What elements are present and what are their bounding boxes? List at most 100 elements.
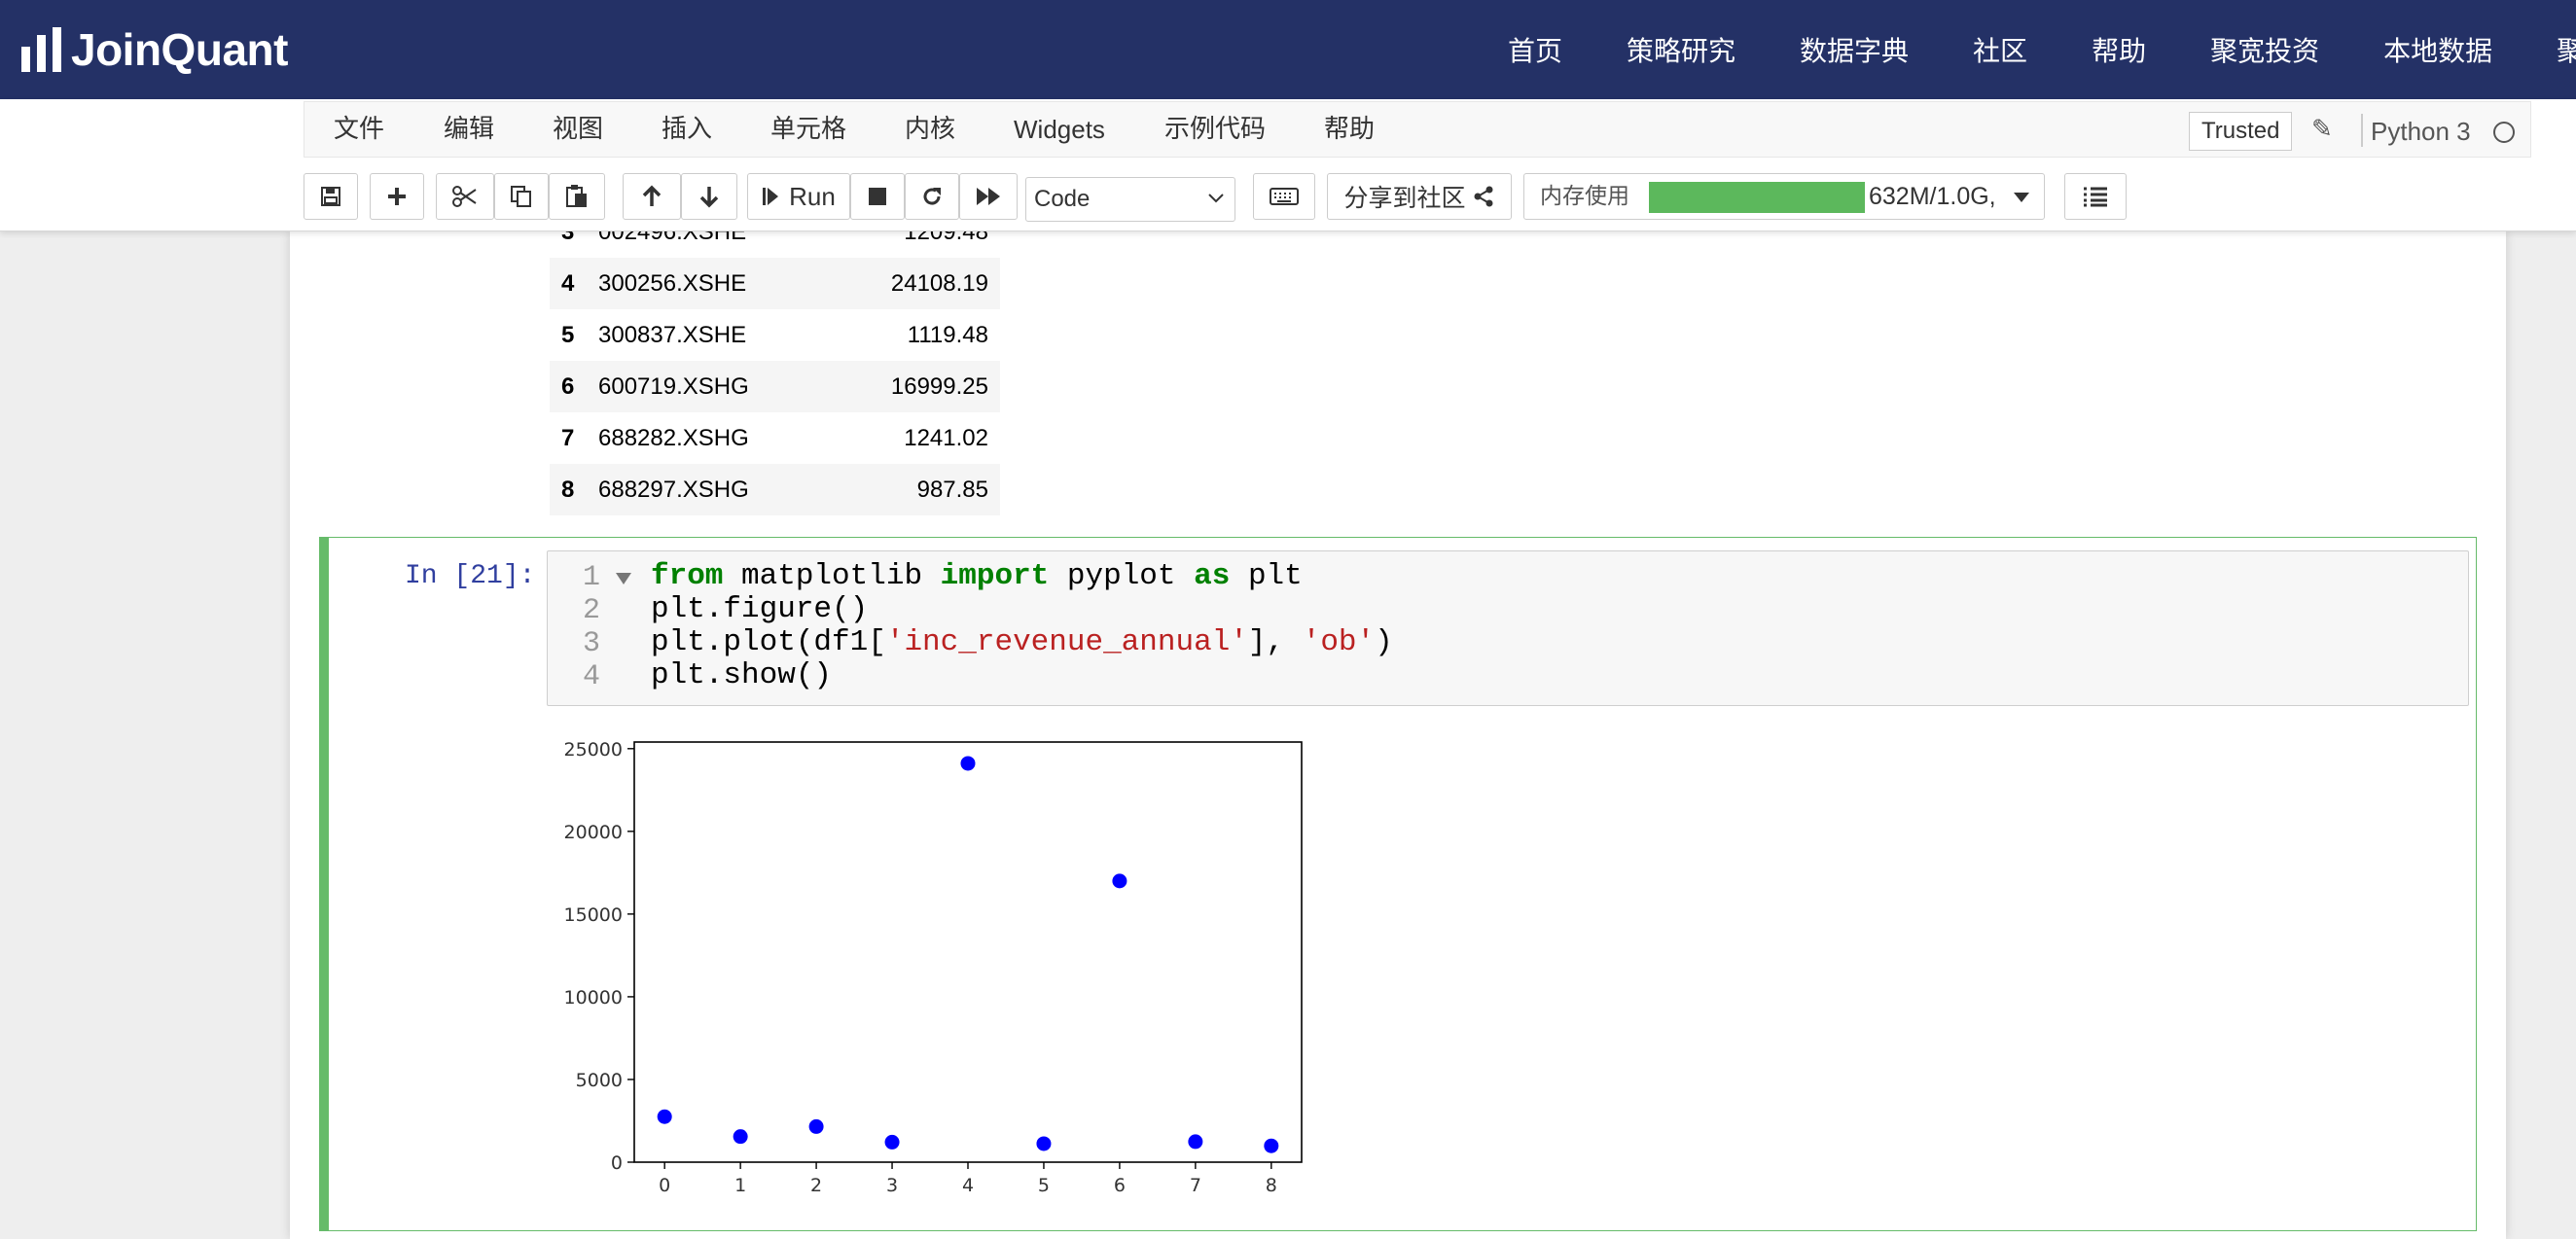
restart-run-all-button[interactable] xyxy=(959,173,1018,220)
paste-cell-button[interactable] xyxy=(549,173,605,220)
nav-link-local-data[interactable]: 本地数据 xyxy=(2383,30,2492,69)
dataframe-row: 4 300256.XSHE 24108.19 xyxy=(550,258,1000,309)
menu-insert[interactable]: 插入 xyxy=(662,102,712,157)
x-tick-label: 4 xyxy=(962,1175,974,1196)
x-tick-label: 0 xyxy=(659,1175,670,1196)
kernel-separator xyxy=(2361,114,2363,147)
menu-help[interactable]: 帮助 xyxy=(1324,102,1375,157)
memory-usage-bar xyxy=(1649,182,1865,213)
keyboard-icon xyxy=(1270,188,1299,205)
dataframe-stock-code: 300256.XSHE xyxy=(598,270,747,297)
save-button[interactable] xyxy=(304,173,358,220)
x-tick-label: 2 xyxy=(810,1175,822,1196)
y-tick-label: 0 xyxy=(611,1152,623,1174)
save-icon xyxy=(321,187,340,206)
dataframe-stock-code: 688297.XSHG xyxy=(598,477,749,503)
x-tick-label: 7 xyxy=(1190,1175,1201,1196)
menu-view[interactable]: 视图 xyxy=(553,102,603,157)
input-prompt: In [21]: xyxy=(405,561,536,591)
dataframe-row: 6 600719.XSHG 16999.25 xyxy=(550,361,1000,412)
x-tick-label: 1 xyxy=(734,1175,746,1196)
step-forward-icon xyxy=(763,188,779,205)
y-tick-label: 5000 xyxy=(576,1070,623,1091)
scatter-plot-output: 0 1 2 3 4 5 6 7 8 0 5000 10000 15000 20000 25000 xyxy=(564,739,1303,1196)
plus-icon xyxy=(388,188,406,205)
restart-kernel-button[interactable] xyxy=(905,173,959,220)
menu-cell[interactable]: 单元格 xyxy=(770,102,846,157)
table-of-contents-button[interactable] xyxy=(2064,173,2127,220)
memory-usage-widget[interactable]: 内存使用 632M/1.0G, xyxy=(1523,173,2045,220)
dataframe-row: 7 688282.XSHG 1241.02 xyxy=(550,412,1000,464)
dataframe-index: 6 xyxy=(561,373,575,400)
y-tick-label: 25000 xyxy=(564,739,623,761)
command-palette-button[interactable] xyxy=(1253,173,1315,220)
list-icon xyxy=(2084,187,2107,207)
joinquant-logo[interactable]: JoinQuant xyxy=(21,24,288,75)
interrupt-kernel-button[interactable] xyxy=(850,173,905,220)
scatter-point xyxy=(1264,1138,1279,1153)
nav-link-help[interactable]: 帮助 xyxy=(2092,30,2146,69)
x-tick-label: 6 xyxy=(1114,1175,1126,1196)
scissors-icon xyxy=(452,186,477,207)
code-line-1: from matplotlib import pyplot as plt xyxy=(651,559,1303,593)
nav-link-data-dictionary[interactable]: 数据字典 xyxy=(1800,30,1909,69)
cell-type-select[interactable]: Code xyxy=(1025,177,1235,222)
code-line-3: plt.plot(df1['inc_revenue_annual'], 'ob'… xyxy=(651,625,1393,659)
dataframe-stock-code: 688282.XSHG xyxy=(598,425,749,451)
logo-bars-icon xyxy=(21,27,61,72)
menu-edit[interactable]: 编辑 xyxy=(444,102,494,157)
share-to-community-button[interactable]: 分享到社区 xyxy=(1327,173,1512,220)
code-line-4: plt.show() xyxy=(651,658,833,692)
nav-link-community[interactable]: 社区 xyxy=(1973,30,2027,69)
nav-link-strategy-research[interactable]: 策略研究 xyxy=(1627,30,1735,69)
line-number: 1 xyxy=(582,561,600,594)
notebook-header: 文件 编辑 视图 插入 单元格 内核 Widgets 示例代码 帮助 Trust… xyxy=(0,99,2576,231)
fast-forward-icon xyxy=(977,188,1000,205)
memory-usage-value: 632M/1.0G, xyxy=(1869,183,1996,210)
scatter-point xyxy=(808,1118,824,1134)
x-tick-label: 5 xyxy=(1038,1175,1050,1196)
kernel-status-icon xyxy=(2493,122,2515,143)
nav-link-home[interactable]: 首页 xyxy=(1508,30,1562,69)
dataframe-value: 1119.48 xyxy=(907,322,988,348)
nav-link-more[interactable]: 聚宽 xyxy=(2557,30,2576,69)
dataframe-stock-code: 300837.XSHE xyxy=(598,322,747,348)
trusted-indicator[interactable]: Trusted xyxy=(2189,112,2293,151)
fold-caret-icon[interactable] xyxy=(616,573,631,584)
arrow-up-icon xyxy=(642,185,662,206)
selected-code-cell[interactable]: In [21]: 1 2 3 4 from matplotlib import … xyxy=(319,537,2477,1231)
kernel-name[interactable]: Python 3 xyxy=(2371,110,2471,153)
arrow-down-icon xyxy=(699,187,719,208)
menu-widgets[interactable]: Widgets xyxy=(1014,102,1105,157)
line-number: 2 xyxy=(582,594,600,627)
menu-file[interactable]: 文件 xyxy=(334,102,384,157)
logo-text: JoinQuant xyxy=(71,24,288,75)
stop-icon xyxy=(869,188,886,205)
paste-icon xyxy=(566,185,587,207)
plot-axes-frame xyxy=(633,741,1303,1163)
insert-cell-button[interactable] xyxy=(370,173,424,220)
scatter-point xyxy=(960,756,976,771)
menu-kernel[interactable]: 内核 xyxy=(905,102,955,157)
line-number: 4 xyxy=(582,660,600,693)
scatter-point xyxy=(1188,1134,1203,1150)
notebook-toolbar: Run Code 分享到社区 内存使用 632M/1.0G, xyxy=(304,173,2541,222)
edit-mode-pencil-icon: ✎ xyxy=(2311,114,2333,143)
run-cell-button[interactable]: Run xyxy=(747,173,850,220)
move-cell-down-button[interactable] xyxy=(681,173,737,220)
copy-cell-button[interactable] xyxy=(494,173,549,220)
code-line-2: plt.figure() xyxy=(651,592,869,626)
cell-type-value: Code xyxy=(1034,186,1091,212)
menu-example-code[interactable]: 示例代码 xyxy=(1164,102,1266,157)
y-tick-label: 15000 xyxy=(564,904,623,926)
cut-cell-button[interactable] xyxy=(436,173,494,220)
nav-link-joinquant-invest[interactable]: 聚宽投资 xyxy=(2210,30,2319,69)
share-label: 分享到社区 xyxy=(1343,184,1466,212)
copy-icon xyxy=(511,186,531,207)
dataframe-index: 5 xyxy=(561,322,575,348)
dataframe-value: 987.85 xyxy=(916,477,988,503)
move-cell-up-button[interactable] xyxy=(623,173,681,220)
code-editor[interactable]: 1 2 3 4 from matplotlib import pyplot as… xyxy=(547,550,2469,706)
dataframe-index: 8 xyxy=(561,477,575,503)
chevron-down-icon xyxy=(1208,194,1224,203)
